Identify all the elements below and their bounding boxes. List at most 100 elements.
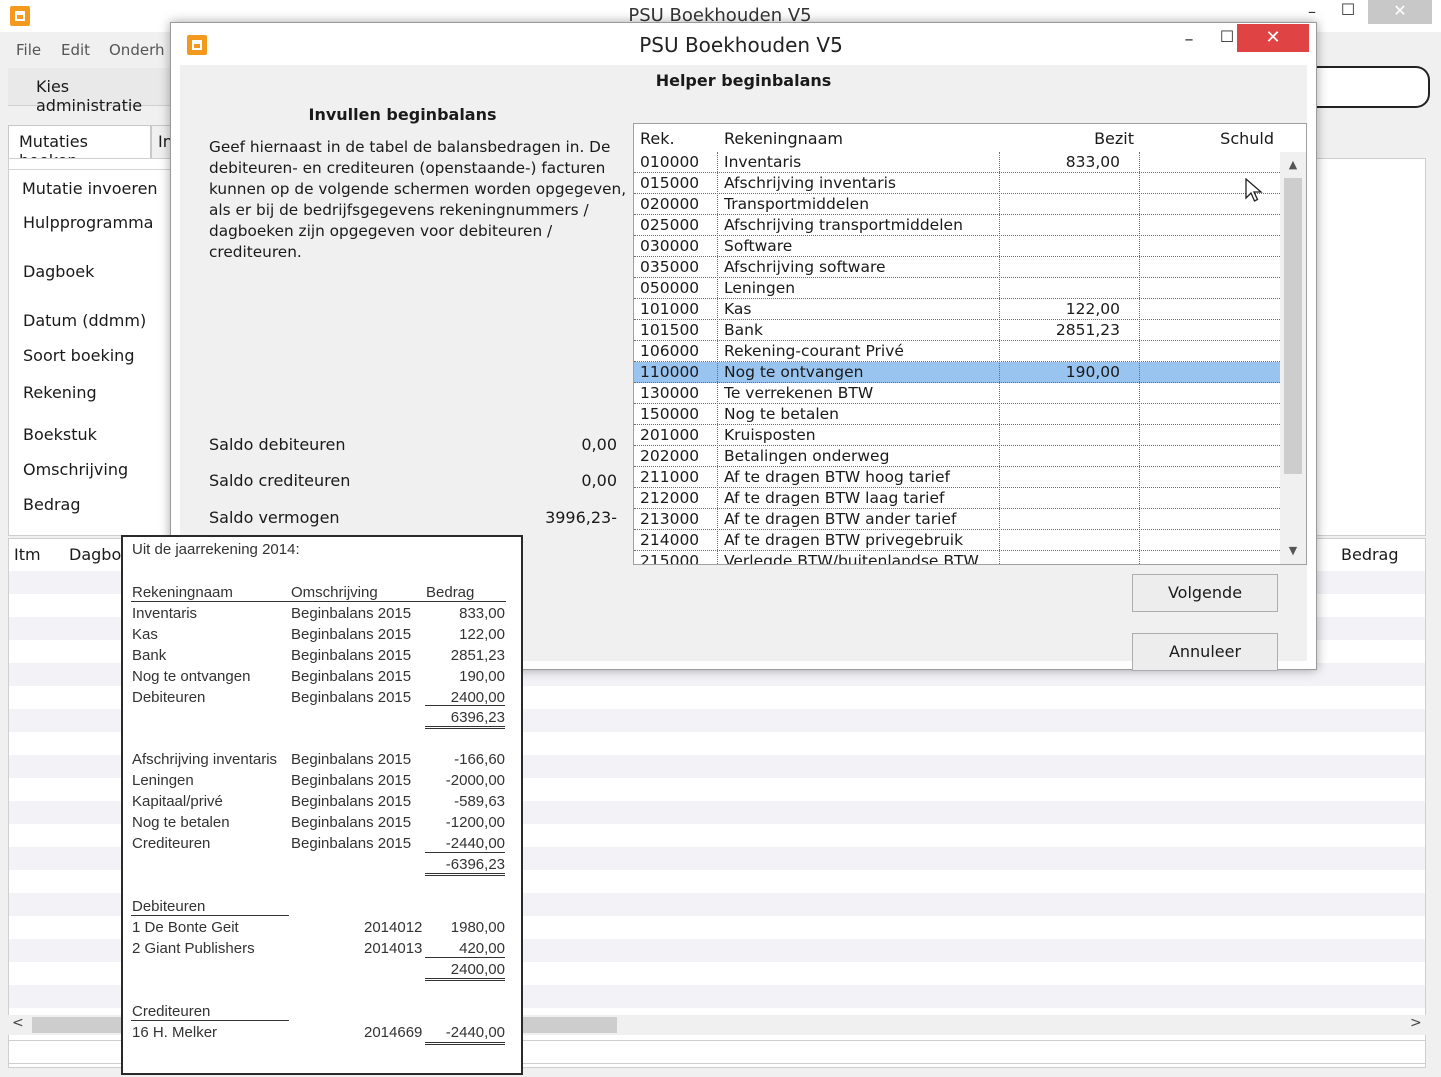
- grid-row[interactable]: 035000 Afschrijving software: [634, 257, 1280, 278]
- report-cell-omschrijving: Beginbalans 2015: [291, 835, 412, 852]
- cell-rek[interactable]: 215000: [640, 552, 699, 564]
- cell-rek[interactable]: 035000: [640, 258, 699, 276]
- cell-rek[interactable]: 150000: [640, 405, 699, 423]
- cell-rekeningnaam[interactable]: Inventaris: [724, 153, 801, 171]
- cell-rekeningnaam[interactable]: Bank: [724, 321, 763, 339]
- cell-rekeningnaam[interactable]: Software: [724, 237, 792, 255]
- grid-row[interactable]: 130000 Te verrekenen BTW: [634, 383, 1280, 404]
- grid-row[interactable]: 015000 Afschrijving inventaris: [634, 173, 1280, 194]
- kies-administratie-button[interactable]: Kies administratie: [8, 68, 173, 115]
- menu-onderhoud[interactable]: Onderh: [109, 41, 164, 59]
- grid-row[interactable]: 020000 Transportmiddelen: [634, 194, 1280, 215]
- dialog-close-button[interactable]: ✕: [1237, 24, 1309, 52]
- dialog-minimize-button[interactable]: –: [1177, 29, 1201, 50]
- cell-rek[interactable]: 110000: [640, 363, 699, 381]
- report-cell-bedrag: -166,60: [454, 751, 505, 768]
- grid-row[interactable]: 150000 Nog te betalen: [634, 404, 1280, 425]
- scroll-up-icon[interactable]: ▲: [1280, 158, 1306, 171]
- cell-rekeningnaam[interactable]: Kas: [724, 300, 751, 318]
- cell-rekeningnaam[interactable]: Nog te ontvangen: [724, 363, 863, 381]
- annuleer-button[interactable]: Annuleer: [1132, 633, 1278, 671]
- cell-rek[interactable]: 010000: [640, 153, 699, 171]
- grid-row[interactable]: 110000 Nog te ontvangen 190,00: [634, 362, 1280, 383]
- grid-row[interactable]: 201000 Kruisposten: [634, 425, 1280, 446]
- col-bezit[interactable]: Bezit: [1034, 129, 1134, 148]
- menu-file[interactable]: File: [16, 41, 41, 59]
- close-button[interactable]: ✕: [1368, 0, 1432, 24]
- report-debiteuren-title: Debiteuren: [132, 898, 206, 915]
- report-cell-naam: 16 H. Melker: [132, 1024, 218, 1041]
- cell-rek[interactable]: 213000: [640, 510, 699, 528]
- grid-row[interactable]: 030000 Software: [634, 236, 1280, 257]
- grid-row[interactable]: 212000 Af te dragen BTW laag tarief: [634, 488, 1280, 509]
- minimize-button[interactable]: –: [1300, 2, 1324, 21]
- cell-rek[interactable]: 015000: [640, 174, 699, 192]
- report-section-rule: [131, 1020, 289, 1021]
- cell-bezit[interactable]: 190,00: [1020, 363, 1120, 381]
- grid-row[interactable]: 215000 Verlegde BTW/buitenlandse BTW: [634, 551, 1280, 564]
- cell-rek[interactable]: 214000: [640, 531, 699, 549]
- cell-rek[interactable]: 212000: [640, 489, 699, 507]
- cell-rek[interactable]: 101000: [640, 300, 699, 318]
- tab-mutaties-boeken[interactable]: Mutaties boeken: [8, 125, 151, 170]
- toolbar-pill: [1300, 66, 1430, 108]
- cell-rekeningnaam[interactable]: Af te dragen BTW laag tarief: [724, 489, 944, 507]
- grid-row[interactable]: 202000 Betalingen onderweg: [634, 446, 1280, 467]
- cell-rek[interactable]: 050000: [640, 279, 699, 297]
- maximize-button[interactable]: ☐: [1336, 0, 1360, 19]
- col-rekeningnaam[interactable]: Rekeningnaam: [724, 129, 843, 148]
- col-schuld[interactable]: Schuld: [1174, 129, 1274, 148]
- report-title: Uit de jaarrekening 2014:: [132, 541, 300, 558]
- cell-rekeningnaam[interactable]: Af te dragen BTW ander tarief: [724, 510, 956, 528]
- balance-grid[interactable]: Rek. Rekeningnaam Bezit Schuld 010000 Inv…: [633, 123, 1307, 565]
- cell-bezit[interactable]: 2851,23: [1020, 321, 1120, 339]
- volgende-button[interactable]: Volgende: [1132, 574, 1278, 612]
- label-hulpprogramma: Hulpprogramma: [23, 213, 154, 232]
- col-bedrag[interactable]: Bedrag: [1341, 545, 1399, 564]
- grid-row[interactable]: 010000 Inventaris 833,00: [634, 152, 1280, 173]
- grid-row[interactable]: 211000 Af te dragen BTW hoog tarief: [634, 467, 1280, 488]
- grid-row[interactable]: 214000 Af te dragen BTW privegebruik: [634, 530, 1280, 551]
- grid-row[interactable]: 101500 Bank 2851,23: [634, 320, 1280, 341]
- cell-rek[interactable]: 030000: [640, 237, 699, 255]
- cell-rek[interactable]: 025000: [640, 216, 699, 234]
- grid-scroll-thumb[interactable]: [1284, 178, 1302, 474]
- scroll-left-icon[interactable]: <: [12, 1015, 24, 1031]
- report-cell-naam: Bank: [132, 647, 167, 664]
- col-rek[interactable]: Rek.: [640, 129, 675, 148]
- cell-rekeningnaam[interactable]: Afschrijving software: [724, 258, 886, 276]
- cell-bezit[interactable]: 833,00: [1020, 153, 1120, 171]
- cell-rek[interactable]: 101500: [640, 321, 699, 339]
- cell-rekeningnaam[interactable]: Leningen: [724, 279, 795, 297]
- cell-rekeningnaam[interactable]: Afschrijving transportmiddelen: [724, 216, 963, 234]
- grid-row[interactable]: 025000 Afschrijving transportmiddelen: [634, 215, 1280, 236]
- cell-rek[interactable]: 020000: [640, 195, 699, 213]
- dialog-app-icon: [187, 35, 207, 55]
- cell-rekeningnaam[interactable]: Betalingen onderweg: [724, 447, 889, 465]
- cell-rekeningnaam[interactable]: Transportmiddelen: [724, 195, 869, 213]
- cell-rekeningnaam[interactable]: Af te dragen BTW privegebruik: [724, 531, 963, 549]
- scroll-down-icon[interactable]: ▼: [1280, 544, 1306, 557]
- cell-rek[interactable]: 130000: [640, 384, 699, 402]
- dialog-maximize-button[interactable]: ☐: [1215, 27, 1239, 46]
- cell-rekeningnaam[interactable]: Af te dragen BTW hoog tarief: [724, 468, 950, 486]
- cell-rek[interactable]: 202000: [640, 447, 699, 465]
- cell-rek[interactable]: 201000: [640, 426, 699, 444]
- grid-row[interactable]: 106000 Rekening-courant Privé: [634, 341, 1280, 362]
- scroll-right-icon[interactable]: >: [1410, 1015, 1422, 1031]
- cell-rekeningnaam[interactable]: Verlegde BTW/buitenlandse BTW: [724, 552, 979, 564]
- cell-rekeningnaam[interactable]: Rekening-courant Privé: [724, 342, 904, 360]
- grid-row[interactable]: 213000 Af te dragen BTW ander tarief: [634, 509, 1280, 530]
- grid-vertical-scrollbar[interactable]: ▲ ▼: [1280, 152, 1306, 564]
- grid-row[interactable]: 101000 Kas 122,00: [634, 299, 1280, 320]
- cell-rekeningnaam[interactable]: Afschrijving inventaris: [724, 174, 896, 192]
- col-itm[interactable]: Itm: [14, 545, 41, 564]
- cell-rek[interactable]: 211000: [640, 468, 699, 486]
- cell-rekeningnaam[interactable]: Nog te betalen: [724, 405, 839, 423]
- cell-bezit[interactable]: 122,00: [1020, 300, 1120, 318]
- cell-rek[interactable]: 106000: [640, 342, 699, 360]
- menu-edit[interactable]: Edit: [61, 41, 90, 59]
- cell-rekeningnaam[interactable]: Te verrekenen BTW: [724, 384, 873, 402]
- grid-row[interactable]: 050000 Leningen: [634, 278, 1280, 299]
- cell-rekeningnaam[interactable]: Kruisposten: [724, 426, 816, 444]
